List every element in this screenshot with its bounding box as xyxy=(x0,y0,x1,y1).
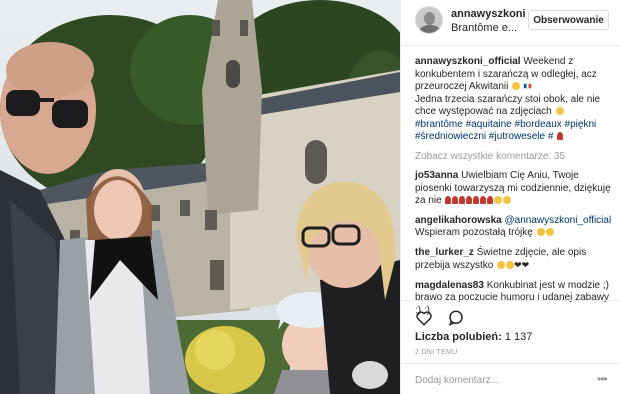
grin-emoji-icon xyxy=(497,261,506,269)
kiss-emoji-icon xyxy=(494,196,503,204)
black-heart-icon: ❤❤ xyxy=(514,260,530,270)
comment-input[interactable] xyxy=(415,372,585,388)
post-actions: Liczba polubień: 1 137 2 DNI TEMU ••• xyxy=(401,300,620,394)
dancer-emoji-icon xyxy=(557,132,564,140)
caption-hashtags[interactable]: #brantôme #aquitaine #bordeaux #piękni #… xyxy=(415,119,596,143)
rose-emoji-icon xyxy=(480,196,487,204)
add-comment-bar: ••• xyxy=(401,363,620,394)
speech-bubble-icon[interactable] xyxy=(447,309,465,327)
comment-item: the_lurker_z Świetne zdjęcie, ale opis p… xyxy=(415,247,613,273)
action-icons xyxy=(415,309,475,332)
caption-text-2: Jedna trzecia szarańczy stoi obok, ale n… xyxy=(415,93,601,118)
comment-username[interactable]: angelikahorowska xyxy=(415,215,502,226)
post-location[interactable]: Brantôme e... xyxy=(451,22,517,34)
view-all-comments-link[interactable]: Zobacz wszystkie komentarze: 35 xyxy=(415,151,613,164)
heart-outline-icon[interactable] xyxy=(415,309,433,327)
follow-button[interactable]: Obserwowanie xyxy=(528,10,609,30)
rose-emoji-icon xyxy=(445,196,452,204)
comment-text: Wspieram pozostałą trójkę xyxy=(415,227,536,238)
post-time: 2 DNI TEMU xyxy=(415,349,458,356)
rose-emoji-icon xyxy=(473,196,480,204)
more-options-icon[interactable]: ••• xyxy=(597,372,608,386)
rose-emoji-icon xyxy=(487,196,494,204)
kiss-emoji-icon xyxy=(503,196,512,204)
likes-label: Liczba polubień: xyxy=(415,331,502,343)
grin-emoji-icon xyxy=(506,261,515,269)
caption: annawyszkoni_official Weekend z konkuben… xyxy=(415,56,613,144)
rose-emoji-icon xyxy=(452,196,459,204)
likes-count[interactable]: Liczba polubień: 1 137 xyxy=(415,331,532,343)
caption-username[interactable]: annawyszkoni_official xyxy=(415,56,521,67)
likes-number: 1 137 xyxy=(504,331,533,343)
avatar[interactable] xyxy=(415,6,443,34)
comment-mention[interactable]: @annawyszkoni_official xyxy=(502,215,611,226)
post-side-panel: annawyszkoni Brantôme e... Obserwowanie … xyxy=(400,0,620,394)
comment-item: jo53anna Uwielbiam Cię Aniu, Twoje piose… xyxy=(415,170,613,208)
post-photo[interactable] xyxy=(0,0,400,394)
france-flag-icon xyxy=(522,83,532,89)
comment-username[interactable]: the_lurker_z xyxy=(415,247,474,258)
family-selfie-image xyxy=(0,0,400,394)
smile-emoji-icon xyxy=(512,82,521,90)
smile-emoji-icon xyxy=(536,228,545,236)
post-header: annawyszkoni Brantôme e... Obserwowanie xyxy=(401,0,620,46)
comment-username[interactable]: jo53anna xyxy=(415,170,458,181)
smile-emoji-icon xyxy=(545,228,554,236)
author-username[interactable]: annawyszkoni xyxy=(451,8,526,20)
grin-emoji-icon xyxy=(555,107,564,115)
comment-item: angelikahorowska @annawyszkoni_official … xyxy=(415,215,613,240)
rose-emoji-icon xyxy=(466,196,473,204)
comments-list: annawyszkoni_official Weekend z konkuben… xyxy=(415,56,613,324)
rose-emoji-icon xyxy=(459,196,466,204)
comment-username[interactable]: magdalenas83 xyxy=(415,280,484,291)
